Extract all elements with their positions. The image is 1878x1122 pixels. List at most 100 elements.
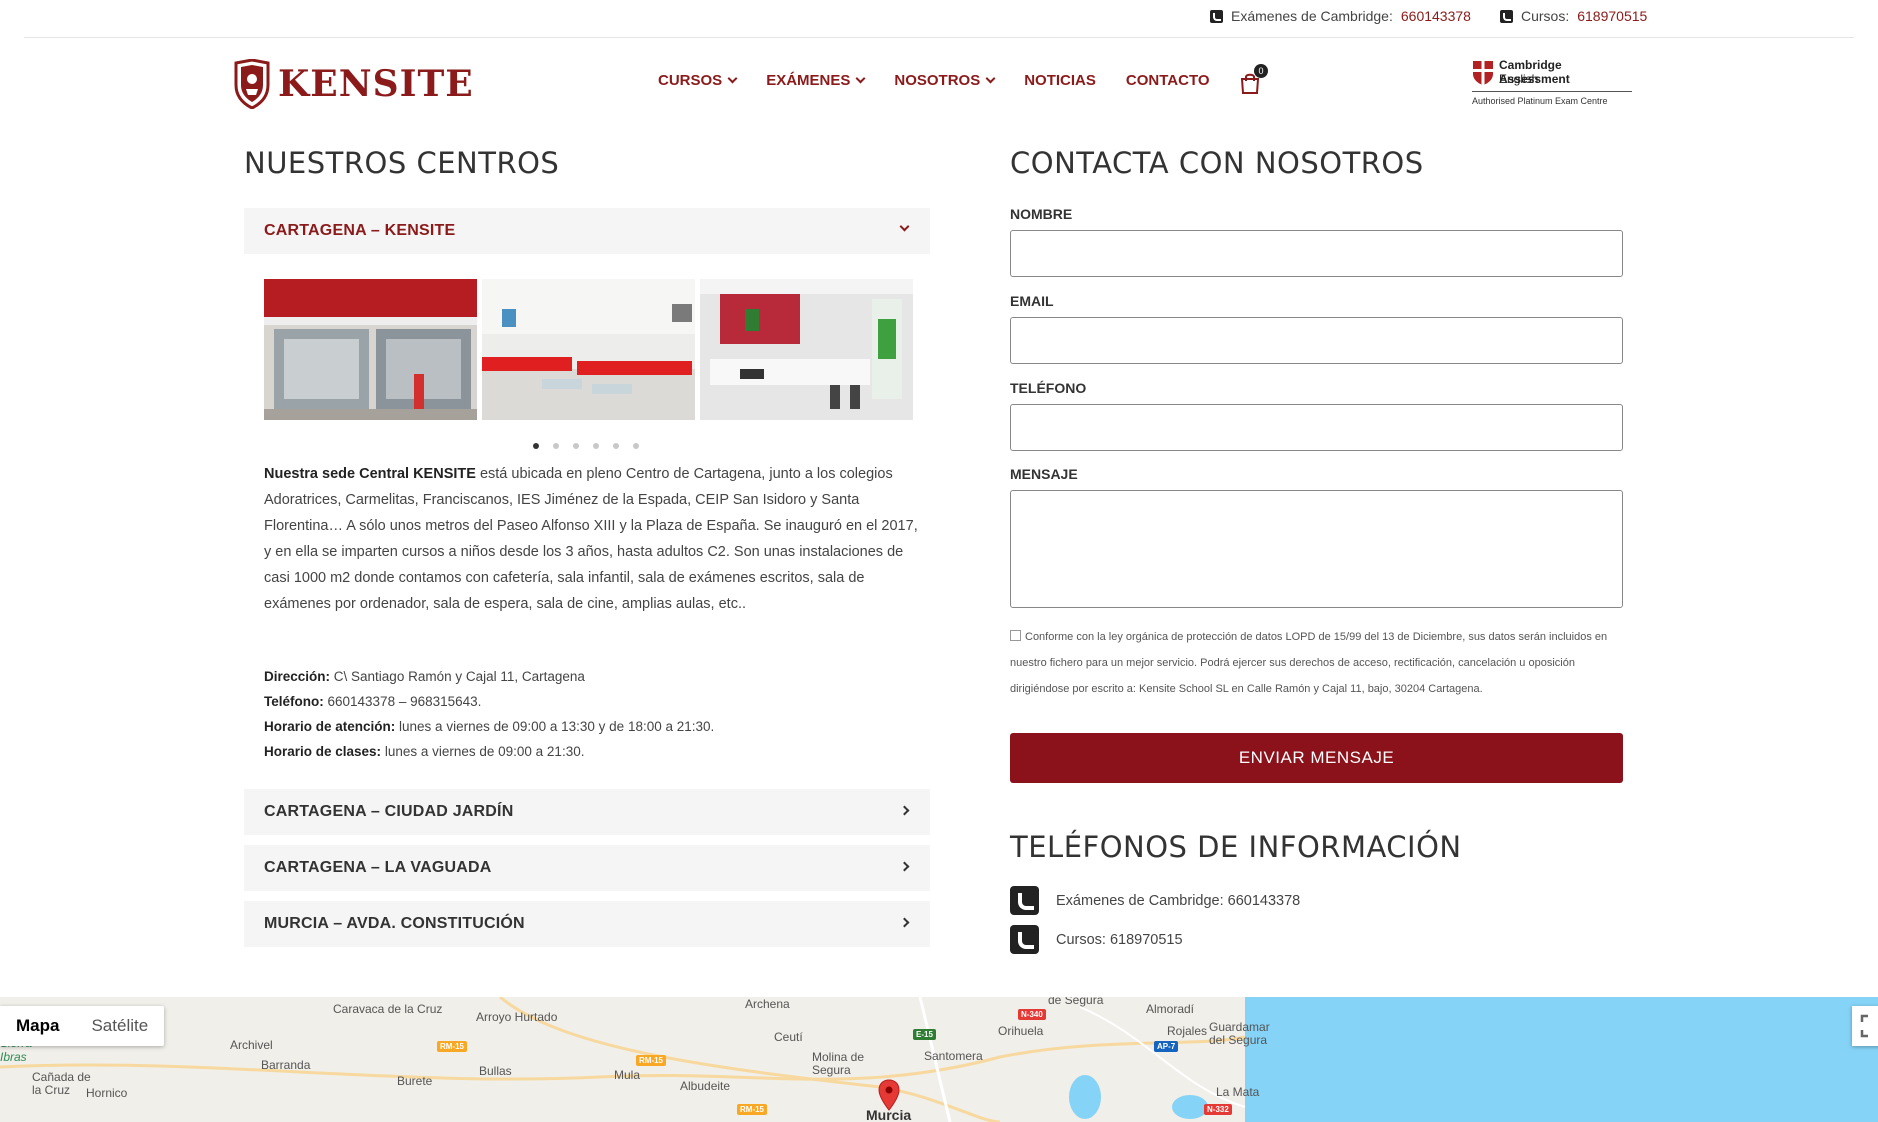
cart-count-badge: 0 — [1254, 64, 1268, 78]
carousel-dot[interactable] — [633, 443, 639, 449]
phone-square-icon — [1010, 886, 1039, 915]
carousel-photo-waiting-room[interactable] — [482, 279, 695, 420]
topbar-cursos-label: Cursos: — [1521, 8, 1570, 24]
tel-cambridge: Exámenes de Cambridge: 660143378 — [1010, 886, 1300, 915]
map-road-label: N-340 — [1018, 1009, 1046, 1020]
consent-text: Conforme con la ley orgánica de protecci… — [1010, 631, 1608, 695]
map-town: Bullas — [479, 1064, 512, 1078]
cambridge-logo-line2: English — [1499, 72, 1539, 86]
map-town: Archivel — [230, 1038, 273, 1052]
phone-icon — [1210, 9, 1223, 23]
topbar-cambridge-phone-link[interactable]: 660143378 — [1401, 8, 1471, 24]
centro-description-lead: Nuestra sede Central KENSITE — [264, 466, 476, 482]
shield-logo-icon — [234, 59, 270, 109]
cambridge-logo: Cambridge Assessment English Authorised … — [1472, 58, 1632, 108]
contact-title: CONTACTA CON NOSOTROS — [1010, 146, 1424, 180]
info-label: Teléfono: — [264, 694, 324, 709]
map-type-toggle: Mapa Satélite — [0, 1006, 165, 1046]
nav-item-cursos[interactable]: CURSOS — [658, 72, 738, 89]
carousel-dot[interactable] — [573, 443, 579, 449]
centro-description-body: está ubicada en pleno Centro de Cartagen… — [264, 466, 918, 612]
telefono-label: TELÉFONO — [1010, 380, 1087, 396]
nav-item-label: CURSOS — [658, 72, 723, 89]
accordion-label: MURCIA – AVDA. CONSTITUCIÓN — [264, 915, 525, 932]
email-input[interactable] — [1010, 317, 1623, 364]
mensaje-textarea[interactable] — [1010, 490, 1623, 608]
info-value: lunes a viernes de 09:00 a 21:30. — [381, 744, 585, 759]
nav-item-nosotros[interactable]: NOSOTROS — [894, 72, 996, 89]
map-fullscreen-button[interactable] — [1852, 1006, 1878, 1046]
cart-button[interactable]: 0 — [1240, 64, 1268, 94]
nombre-input[interactable] — [1010, 230, 1623, 277]
accordion-la-vaguada[interactable]: CARTAGENA – LA VAGUADA — [244, 845, 930, 891]
map-town: Ceutí — [774, 1030, 803, 1044]
logo-text: KENSITE — [278, 63, 474, 105]
map-town: Ibras — [0, 1050, 27, 1064]
accordion-murcia-constitucion[interactable]: MURCIA – AVDA. CONSTITUCIÓN — [244, 901, 930, 947]
map-town: Barranda — [261, 1058, 311, 1072]
carousel-photo-classroom[interactable] — [700, 279, 913, 420]
info-label: Horario de clases: — [264, 744, 382, 759]
map-road-label: RM-15 — [437, 1041, 468, 1052]
chevron-down-icon — [727, 73, 738, 84]
nav-item-label: NOSOTROS — [894, 72, 981, 89]
topbar-cursos-phone-link[interactable]: 618970515 — [1577, 8, 1647, 24]
photo-carousel[interactable] — [264, 279, 913, 420]
cambridge-logo-line3: Authorised Platinum Exam Centre — [1472, 96, 1608, 106]
accordion-label: CARTAGENA – KENSITE — [264, 222, 456, 239]
map-type-map-button[interactable]: Mapa — [0, 1006, 75, 1046]
map-town: Almoradí — [1146, 1002, 1195, 1016]
carousel-dot[interactable] — [613, 443, 619, 449]
map-marker-icon[interactable] — [878, 1079, 900, 1111]
map-town: Molina de Segura — [812, 1050, 865, 1077]
info-horario-clases: Horario de clases: lunes a viernes de 09… — [264, 744, 584, 759]
consent-checkbox-row: Conforme con la ley orgánica de protecci… — [1010, 624, 1623, 702]
fullscreen-icon — [1860, 1014, 1868, 1038]
carousel-dot[interactable] — [593, 443, 599, 449]
cambridge-crest-icon — [1473, 61, 1493, 85]
nav-item-noticias[interactable]: NOTICIAS — [1024, 72, 1096, 89]
google-map[interactable]: Caravaca de la Cruz Arroyo Hurtado Arche… — [0, 997, 1878, 1122]
info-direccion: Dirección: C\ Santiago Ramón y Cajal 11,… — [264, 669, 585, 684]
top-bar: Exámenes de Cambridge: 660143378 Cursos:… — [0, 0, 1878, 38]
consent-checkbox[interactable] — [1010, 630, 1021, 641]
accordion-label: CARTAGENA – LA VAGUADA — [264, 859, 492, 876]
site-logo[interactable]: KENSITE — [234, 58, 474, 110]
map-type-satellite-button[interactable]: Satélite — [75, 1006, 164, 1046]
nav-item-examenes[interactable]: EXÁMENES — [766, 72, 866, 89]
carousel-dot[interactable] — [533, 443, 539, 449]
carousel-dot[interactable] — [553, 443, 559, 449]
topbar-cursos: Cursos: 618970515 — [1500, 8, 1647, 24]
info-horario-atencion: Horario de atención: lunes a viernes de … — [264, 719, 714, 734]
topbar-cambridge: Exámenes de Cambridge: 660143378 — [1210, 8, 1471, 24]
accordion-ciudad-jardin[interactable]: CARTAGENA – CIUDAD JARDÍN — [244, 789, 930, 835]
main-nav: CURSOS EXÁMENES NOSOTROS NOTICIAS CONTAC… — [658, 72, 1210, 89]
tel-cursos-text[interactable]: Cursos: 618970515 — [1056, 932, 1183, 948]
phone-icon — [1500, 9, 1513, 23]
map-town: Hornico — [86, 1086, 128, 1100]
map-road-label: RM-15 — [737, 1104, 768, 1115]
nav-item-label: EXÁMENES — [766, 72, 851, 89]
map-town: Rojales — [1167, 1024, 1208, 1038]
info-label: Dirección: — [264, 669, 331, 684]
accordion-cartagena-kensite[interactable]: CARTAGENA – KENSITE — [244, 208, 930, 254]
map-town: Orihuela — [998, 1024, 1044, 1038]
chevron-right-icon — [899, 805, 910, 816]
chevron-down-icon — [855, 73, 866, 84]
map-town: Mula — [614, 1068, 641, 1082]
classroom-photo — [700, 279, 913, 420]
map-town: de Segura — [1048, 997, 1104, 1007]
info-label: Horario de atención: — [264, 719, 396, 734]
tel-cambridge-text[interactable]: Exámenes de Cambridge: 660143378 — [1056, 893, 1300, 909]
chevron-down-icon — [985, 73, 996, 84]
map-road-label: AP-7 — [1154, 1041, 1179, 1052]
carousel-photo-storefront[interactable] — [264, 279, 477, 420]
map-town: Archena — [745, 997, 790, 1011]
nav-item-contacto[interactable]: CONTACTO — [1126, 72, 1210, 89]
nav-item-label: NOTICIAS — [1024, 72, 1096, 89]
telefono-input[interactable] — [1010, 404, 1623, 451]
send-message-button[interactable]: ENVIAR MENSAJE — [1010, 733, 1623, 783]
info-value: C\ Santiago Ramón y Cajal 11, Cartagena — [330, 669, 585, 684]
centro-description: Nuestra sede Central KENSITE está ubicad… — [264, 461, 918, 617]
nombre-label: NOMBRE — [1010, 206, 1073, 222]
